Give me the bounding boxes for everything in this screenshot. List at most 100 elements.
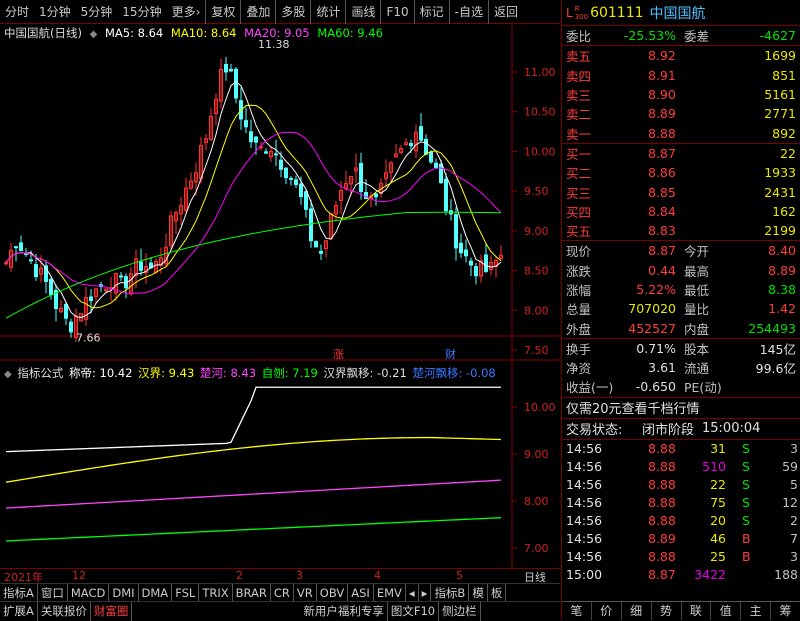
toolbar-fenshi[interactable]: 分时	[0, 0, 34, 24]
bids-price[interactable]: 8.86	[648, 165, 676, 180]
tab-item[interactable]: CR	[271, 583, 294, 602]
candle-body	[89, 296, 93, 302]
trade-ticks[interactable]: 14:56 8.88 31 S 3 14:56 8.88 510 S 59 14:56 8.88 22 S…	[562, 440, 800, 584]
trade-count: 2	[790, 513, 798, 529]
chengdi-label: 称帝: 10.42	[69, 366, 133, 380]
toolbar-5min[interactable]: 5分钟	[76, 0, 118, 24]
toolbar-stats[interactable]: 统计	[311, 0, 347, 24]
quote-row: 总量 707020 量比 1.42	[562, 299, 800, 318]
asks-row: 卖四 8.91 851	[562, 66, 800, 85]
trade-time: 14:56	[566, 495, 603, 511]
panel-tab[interactable]: 笔	[562, 602, 592, 620]
tab-item[interactable]: ▸	[419, 583, 432, 602]
bids-row: 买五 8.83 2199	[562, 221, 800, 240]
tab-item[interactable]: TRIX	[199, 583, 233, 602]
trade-row: 15:00 8.87 3422 188	[562, 566, 800, 584]
fund-label: 净资	[566, 361, 592, 377]
toolbar-15min[interactable]: 15分钟	[117, 0, 166, 24]
bottom-item[interactable]: 图文F10	[388, 601, 440, 621]
asks-price[interactable]: 8.88	[648, 126, 676, 141]
price-label: 7.50	[524, 344, 549, 357]
asks-price[interactable]: 8.91	[648, 68, 676, 83]
weibi-row: 委比 -25.53% 委差 -4627	[562, 26, 800, 45]
bids-label: 买四	[566, 204, 592, 220]
fundamentals: 换手 0.71% 股本 145亿 净资 3.61 流通 99.6亿 收益(一) -0.650 PE(…	[562, 339, 800, 397]
trade-row: 14:56 8.88 20 S 2	[562, 512, 800, 530]
trade-price: 8.88	[648, 549, 676, 565]
panel-tab[interactable]: 筹	[771, 602, 800, 620]
chart-toolbar: 分时 1分钟 5分钟 15分钟 更多› 复权 叠加 多股 统计 画线 F10 标…	[0, 0, 560, 24]
bids-volume: 22	[780, 145, 796, 161]
candle-body	[139, 261, 143, 271]
trade-volume: 20	[710, 513, 726, 529]
asks-price[interactable]: 8.90	[648, 87, 676, 102]
tab-item[interactable]: 板	[488, 583, 507, 602]
bids-price[interactable]: 8.85	[648, 185, 676, 200]
toolbar-f10[interactable]: F10	[381, 0, 415, 24]
tab-item[interactable]: FSL	[172, 583, 200, 602]
tab-item[interactable]: 指标B	[431, 583, 470, 602]
asks-label: 卖二	[566, 107, 592, 123]
toolbar-watchlist[interactable]: -自选	[450, 0, 489, 24]
toolbar-multistock[interactable]: 多股	[276, 0, 312, 24]
stock-header: L R 300 601111 中国国航	[562, 0, 800, 26]
bids-price[interactable]: 8.83	[648, 223, 676, 238]
quote-value: 8.87	[648, 243, 676, 259]
tab-item[interactable]: BRAR	[233, 583, 271, 602]
tab-item[interactable]: ASI	[348, 583, 374, 602]
toolbar-fuquan[interactable]: 复权	[206, 0, 242, 24]
toolbar-mark[interactable]: 标记	[415, 0, 450, 24]
toolbar-more[interactable]: 更多›	[167, 0, 207, 24]
tab-item[interactable]: 窗口	[38, 583, 68, 602]
candle-body	[419, 126, 423, 141]
settings-diamond-icon[interactable]: ◆	[90, 29, 98, 40]
tab-item[interactable]: VR	[294, 583, 317, 602]
trade-side: S	[742, 459, 750, 475]
bids-price[interactable]: 8.84	[648, 204, 676, 219]
tab-item[interactable]: ◂	[406, 583, 419, 602]
trade-row: 14:56 8.88 75 S 12	[562, 494, 800, 512]
indicator-diamond-icon[interactable]: ◆	[4, 369, 12, 380]
tab-item[interactable]: 模	[469, 583, 488, 602]
panel-tab[interactable]: 细	[622, 602, 652, 620]
toolbar-draw[interactable]: 画线	[346, 0, 382, 24]
asks-label: 卖五	[566, 49, 592, 65]
quote-panel: L R 300 601111 中国国航 委比 -25.53% 委差 -4627 …	[561, 0, 800, 620]
tab-item[interactable]: 指标A	[0, 583, 38, 602]
promo-text[interactable]: 仅需20元查看千档行情	[566, 398, 700, 417]
tab-item[interactable]: OBV	[317, 583, 349, 602]
candle-body	[434, 162, 438, 168]
toolbar-1min[interactable]: 1分钟	[34, 0, 76, 24]
panel-tab[interactable]: 主	[741, 602, 772, 620]
candle-body	[19, 242, 23, 252]
toolbar-overlay[interactable]: 叠加	[241, 0, 277, 24]
trade-row: 14:56 8.88 25 B 3	[562, 548, 800, 566]
panel-tab[interactable]: 价	[592, 602, 622, 620]
panel-tab[interactable]: 联	[682, 602, 712, 620]
panel-tab[interactable]: 值	[711, 602, 742, 620]
bottom-item[interactable]: 新用户福利专享	[300, 601, 388, 621]
bottom-item[interactable]: 侧边栏	[439, 601, 481, 621]
asks-price[interactable]: 8.92	[648, 48, 676, 63]
candle-body	[299, 183, 303, 198]
toolbar-back[interactable]: 返回	[489, 0, 523, 24]
indicator-name[interactable]: 指标公式	[17, 366, 63, 380]
tab-item[interactable]: MACD	[68, 583, 110, 602]
candle-body	[409, 142, 413, 147]
candle-body	[244, 120, 248, 128]
bids-price[interactable]: 8.87	[648, 146, 676, 161]
asks-price[interactable]: 8.89	[648, 106, 676, 121]
kline-chart[interactable]: 中国国航(日线) ◆ MA5: 8.64 MA10: 8.64 MA20: 9.…	[0, 24, 560, 570]
bottom-item[interactable]: 关联报价	[38, 601, 91, 621]
tab-item[interactable]: DMI	[109, 583, 139, 602]
tab-item[interactable]: DMA	[139, 583, 173, 602]
tab-item[interactable]: EMV	[374, 583, 406, 602]
bottom-item[interactable]: 扩展A	[0, 601, 38, 621]
candle-body	[34, 264, 38, 278]
bids-volume: 162	[772, 203, 796, 219]
quote-row: 涨跌 0.44 最高 8.89	[562, 261, 800, 280]
trade-count: 5	[790, 477, 798, 493]
promo-row[interactable]: 仅需20元查看千档行情	[562, 398, 800, 418]
panel-tab[interactable]: 势	[652, 602, 682, 620]
bottom-item[interactable]: 财富圈	[91, 601, 133, 621]
